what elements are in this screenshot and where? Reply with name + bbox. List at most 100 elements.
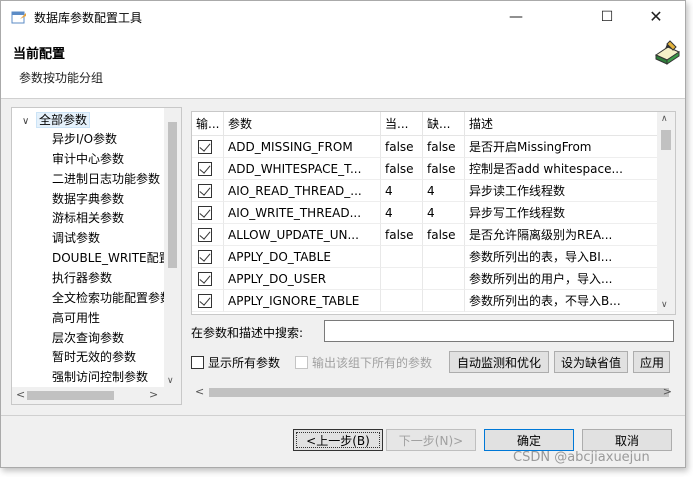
param-desc: 是否允许隔离级别为REA... <box>465 224 658 246</box>
export-group-checkbox[interactable]: 输出该组下所有的参数 <box>295 355 432 371</box>
chevron-down-icon[interactable]: ∨ <box>167 376 174 386</box>
tree-item[interactable]: DOUBLE_WRITE配置 <box>52 249 171 268</box>
table-row[interactable]: APPLY_IGNORE_TABLE 参数所列出的表，不导入B... <box>192 290 658 312</box>
output-checkbox[interactable] <box>198 272 212 286</box>
table-row[interactable]: AIO_READ_THREAD_... 4 4 异步读工作线程数 <box>192 180 658 202</box>
table-row[interactable]: APPLY_DO_USER 参数所列出的用户，导入... <box>192 268 658 290</box>
tree-item[interactable]: 异步I/O参数 <box>52 130 117 149</box>
chevron-right-icon[interactable]: > <box>149 388 158 401</box>
current-value[interactable]: 4 <box>381 202 423 224</box>
output-cell[interactable] <box>192 136 224 158</box>
column-header-output[interactable]: 输... <box>192 112 224 136</box>
parameter-table[interactable]: 输... 参数 当... 缺... 描述 ADD_MISSING_FROM fa… <box>191 111 676 315</box>
column-header-desc[interactable]: 描述 <box>465 112 658 136</box>
minimize-button[interactable]: — <box>493 1 539 33</box>
current-value[interactable] <box>381 290 423 312</box>
output-checkbox[interactable] <box>198 140 212 154</box>
tree-item[interactable]: 游标相关参数 <box>52 209 124 228</box>
auto-monitor-button[interactable]: 自动监测和优化 <box>449 351 549 373</box>
page-subtitle: 参数按功能分组 <box>19 71 104 85</box>
scroll-thumb[interactable] <box>661 130 671 150</box>
output-checkbox[interactable] <box>198 250 212 264</box>
default-value <box>423 246 465 268</box>
tree-item[interactable]: 执行器参数 <box>52 269 112 288</box>
table-row[interactable]: APPLY_DO_TABLE 参数所列出的表，导入BI... <box>192 246 658 268</box>
tree-item[interactable]: 高可用性 <box>52 309 100 328</box>
chevron-down-icon[interactable]: ∨ <box>22 112 36 131</box>
tree-root-all-params[interactable]: ∨ 全部参数 <box>22 111 91 131</box>
output-cell[interactable] <box>192 268 224 290</box>
tree-item[interactable]: 强制访问控制参数 <box>52 368 148 387</box>
title-bar: 数据库参数配置工具 — ☐ ✕ <box>1 1 685 33</box>
page-title: 当前配置 <box>13 47 66 62</box>
current-value[interactable] <box>381 246 423 268</box>
current-value[interactable]: false <box>381 224 423 246</box>
tree-root-label: 全部参数 <box>36 112 91 128</box>
param-desc: 参数所列出的表，导入BI... <box>465 246 658 268</box>
table-horizontal-scrollbar[interactable]: < > <box>191 384 676 401</box>
column-header-current[interactable]: 当... <box>381 112 423 136</box>
table-row[interactable]: ADD_MISSING_FROM false false 是否开启Missing… <box>192 136 658 158</box>
parameter-group-tree[interactable]: ∨ 全部参数 异步I/O参数 审计中心参数 二进制日志功能参数 数据字典参数 游标… <box>11 107 182 405</box>
chevron-right-icon[interactable]: > <box>663 385 672 398</box>
current-value[interactable]: false <box>381 136 423 158</box>
current-value[interactable]: 4 <box>381 180 423 202</box>
output-checkbox[interactable] <box>198 184 212 198</box>
output-cell[interactable] <box>192 224 224 246</box>
chevron-left-icon[interactable]: < <box>16 388 25 401</box>
checkbox-box[interactable] <box>191 356 204 369</box>
tree-item[interactable]: 暂时无效的参数 <box>52 348 136 367</box>
book-icon <box>654 40 681 65</box>
current-value[interactable] <box>381 268 423 290</box>
chevron-down-icon[interactable]: ∨ <box>661 300 668 310</box>
table-row[interactable]: ADD_WHITESPACE_T... false false 控制是否add … <box>192 158 658 180</box>
output-cell[interactable] <box>192 290 224 312</box>
window-title: 数据库参数配置工具 <box>34 11 143 25</box>
output-checkbox[interactable] <box>198 228 212 242</box>
output-checkbox[interactable] <box>198 206 212 220</box>
param-name: ADD_MISSING_FROM <box>224 136 381 158</box>
table-row[interactable]: ALLOW_UPDATE_UN... false false 是否允许隔离级别为… <box>192 224 658 246</box>
show-all-checkbox[interactable]: 显示所有参数 <box>191 355 280 371</box>
param-desc: 是否开启MissingFrom <box>465 136 658 158</box>
prev-button[interactable]: <上一步(B) <box>293 429 383 451</box>
cancel-button[interactable]: 取消 <box>582 429 672 451</box>
apply-button[interactable]: 应用 <box>633 351 670 373</box>
param-desc: 异步读工作线程数 <box>465 180 658 202</box>
tree-vertical-scrollbar[interactable]: ∨ <box>164 108 181 388</box>
export-group-label: 输出该组下所有的参数 <box>312 356 433 370</box>
checkbox-box[interactable] <box>295 356 308 369</box>
current-value[interactable]: false <box>381 158 423 180</box>
table-vertical-scrollbar[interactable]: ∧ ∨ <box>657 112 675 314</box>
header-panel: 当前配置 参数按功能分组 <box>1 33 685 99</box>
default-value: false <box>423 224 465 246</box>
output-checkbox[interactable] <box>198 162 212 176</box>
output-cell[interactable] <box>192 180 224 202</box>
search-input[interactable] <box>324 320 674 342</box>
chevron-left-icon[interactable]: < <box>195 385 204 398</box>
set-default-button[interactable]: 设为缺省值 <box>554 351 628 373</box>
table-row[interactable]: AIO_WRITE_THREAD... 4 4 异步写工作线程数 <box>192 202 658 224</box>
output-cell[interactable] <box>192 158 224 180</box>
tree-item[interactable]: 数据字典参数 <box>52 190 124 209</box>
column-header-default[interactable]: 缺... <box>423 112 465 136</box>
scroll-thumb[interactable] <box>27 391 114 400</box>
scroll-thumb[interactable] <box>168 122 177 268</box>
tree-item[interactable]: 调试参数 <box>52 229 100 248</box>
tree-horizontal-scrollbar[interactable]: < > <box>12 387 181 404</box>
tree-item[interactable]: 二进制日志功能参数 <box>52 170 160 189</box>
tree-item[interactable]: 层次查询参数 <box>52 329 124 348</box>
tree-item[interactable]: 审计中心参数 <box>52 150 124 169</box>
param-name: ALLOW_UPDATE_UN... <box>224 224 381 246</box>
ok-button[interactable]: 确定 <box>484 429 574 451</box>
output-cell[interactable] <box>192 202 224 224</box>
output-cell[interactable] <box>192 246 224 268</box>
column-header-param[interactable]: 参数 <box>224 112 381 136</box>
maximize-button[interactable]: ☐ <box>584 1 630 33</box>
output-checkbox[interactable] <box>198 294 212 308</box>
next-button[interactable]: 下一步(N)> <box>386 429 476 451</box>
tree-item[interactable]: 全文检索功能配置参数 <box>52 289 172 308</box>
scroll-thumb[interactable] <box>209 388 669 397</box>
chevron-up-icon[interactable]: ∧ <box>661 114 668 124</box>
close-button[interactable]: ✕ <box>633 1 679 33</box>
